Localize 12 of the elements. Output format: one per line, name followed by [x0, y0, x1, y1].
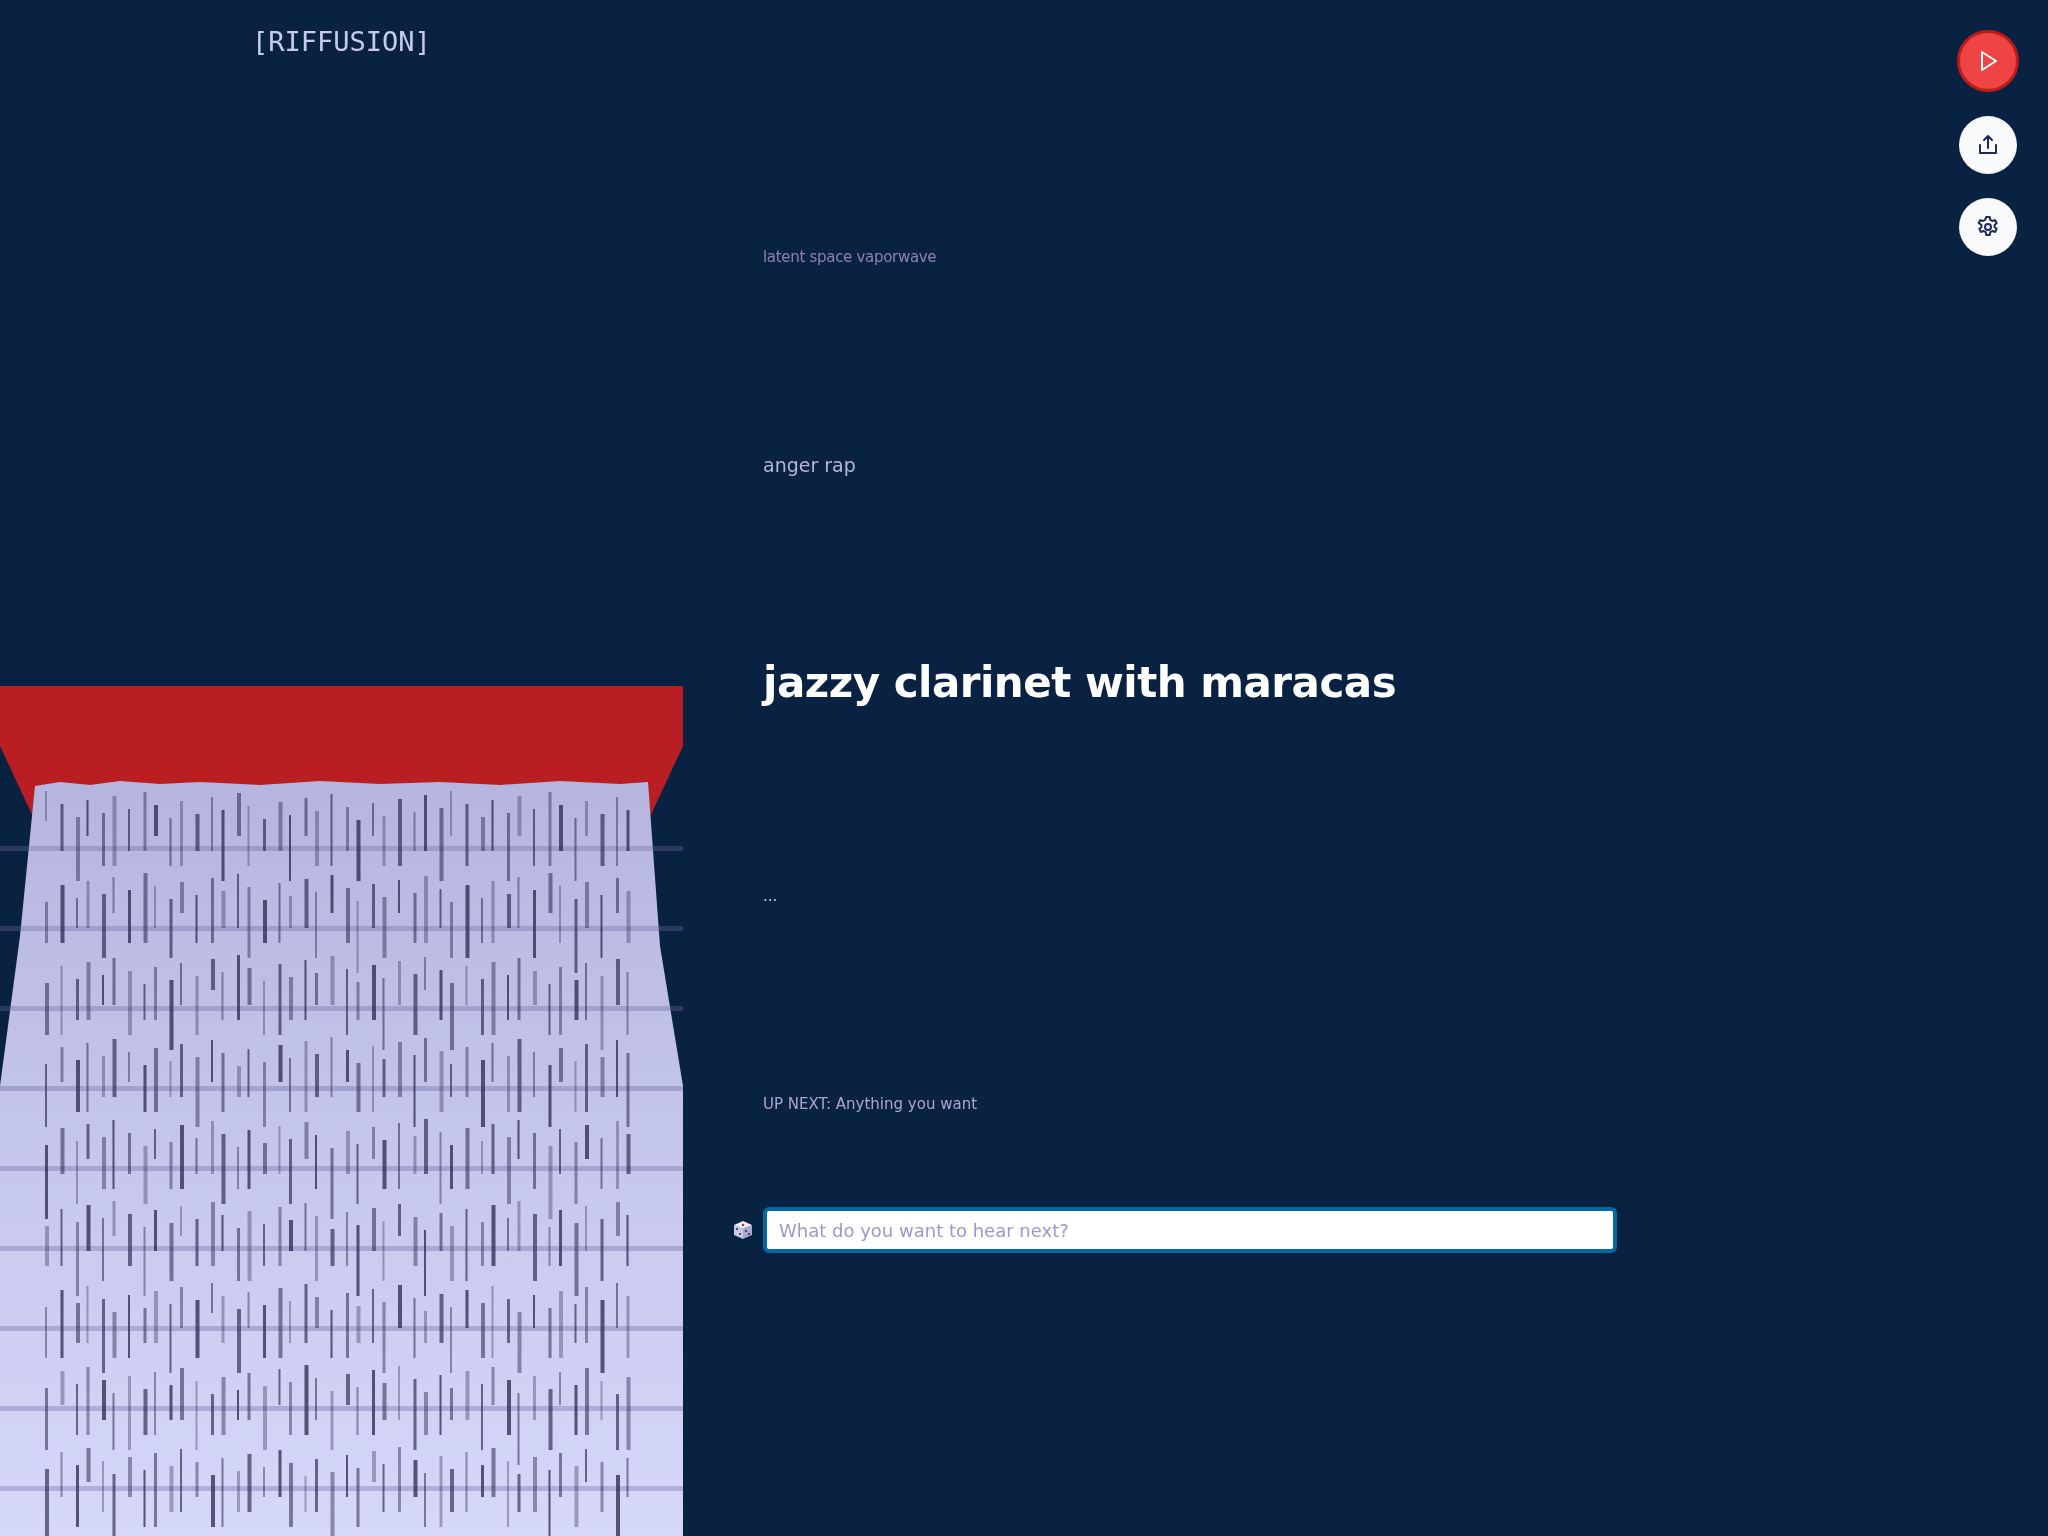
settings-icon	[1976, 215, 2000, 239]
prompt-input[interactable]: What do you want to hear next?	[763, 1207, 1617, 1253]
settings-button[interactable]	[1959, 198, 2017, 256]
prompt-text: jazzy clarinet with maracas	[763, 658, 1398, 707]
share-button[interactable]	[1959, 116, 2017, 174]
prompt-text: anger rap	[763, 454, 857, 476]
prompt-text: latent space vaporwave	[763, 248, 938, 266]
up-next-label: UP NEXT: Anything you want	[763, 1095, 978, 1113]
logo: [RIFFUSION]	[251, 25, 432, 57]
dice-icon[interactable]	[733, 1220, 753, 1240]
prompt-text: ...	[763, 887, 779, 905]
share-icon	[1976, 133, 2000, 157]
